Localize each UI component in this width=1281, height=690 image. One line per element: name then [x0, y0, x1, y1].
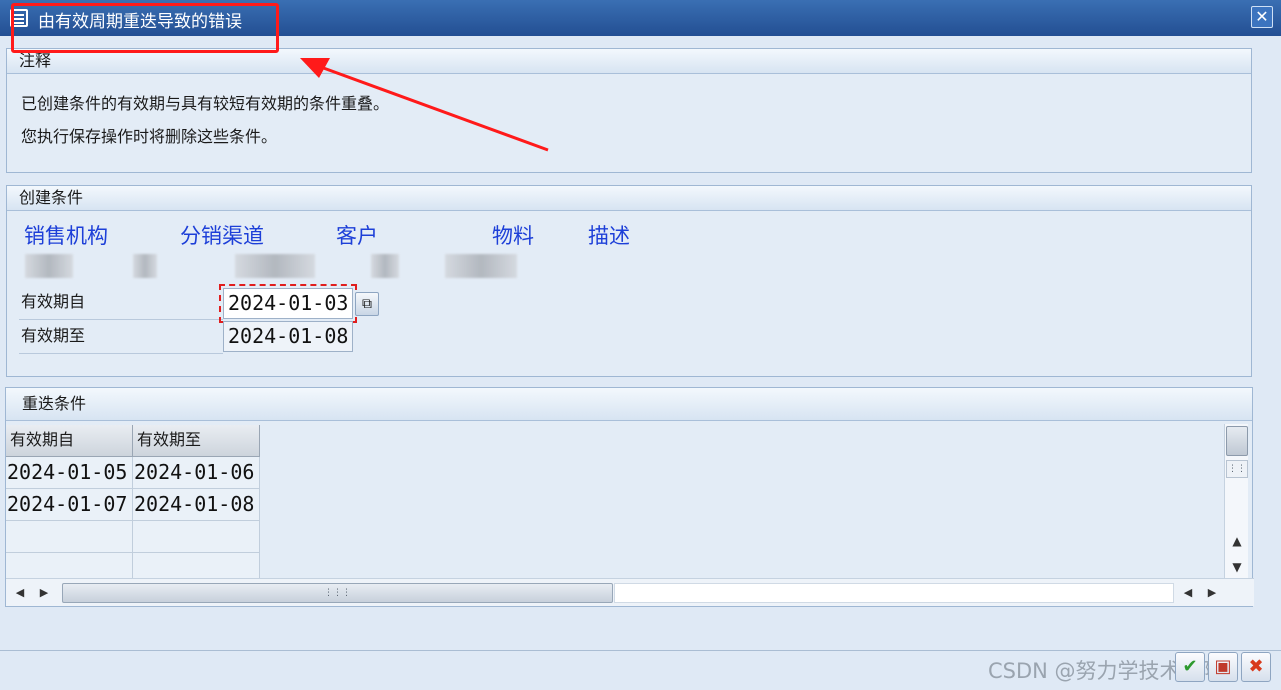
table-cell[interactable]: 2024-01-06	[133, 457, 260, 489]
calendar-help-button[interactable]: ⧉	[355, 292, 379, 316]
scroll-left-end-arrow-icon[interactable]: ◀	[1178, 582, 1198, 604]
column-customer: 客户	[336, 224, 378, 248]
redacted-value	[25, 254, 73, 278]
redacted-value	[371, 254, 399, 278]
overlap-conditions-header: 重迭条件	[6, 388, 1252, 421]
horizontal-scroll-track[interactable]	[614, 583, 1174, 603]
scroll-left-arrow-icon[interactable]: ◀	[10, 582, 30, 604]
redacted-value	[133, 254, 157, 278]
notes-header: 注释	[7, 49, 1251, 74]
table-header-valid-to[interactable]: 有效期至	[133, 425, 260, 457]
dialog-title: 由有效周期重迭导致的错误	[38, 12, 242, 32]
save-icon: ▣	[1214, 656, 1232, 677]
notes-group: 注释 已创建条件的有效期与具有较短有效期的条件重叠。 您执行保存操作时将删除这些…	[6, 48, 1252, 173]
column-description: 描述	[588, 224, 630, 248]
footer-divider	[0, 650, 1281, 651]
scroll-right-end-arrow-icon[interactable]: ▶	[1202, 582, 1222, 604]
table-cell[interactable]	[6, 521, 133, 553]
table-cell[interactable]: 2024-01-07	[6, 489, 133, 521]
table-cell[interactable]	[133, 521, 260, 553]
copy-icon: ⧉	[362, 296, 372, 312]
valid-from-input[interactable]: 2024-01-03	[219, 284, 357, 323]
column-sales-org: 销售机构	[24, 224, 108, 248]
valid-to-label: 有效期至	[19, 321, 223, 354]
vertical-scrollbar[interactable]: ⋮⋮ ▲ ▼	[1224, 424, 1248, 582]
save-button[interactable]: ▣	[1208, 652, 1238, 682]
create-conditions-header: 创建条件	[7, 186, 1251, 211]
document-icon	[10, 9, 28, 27]
scroll-up-arrow-icon[interactable]: ▲	[1227, 530, 1247, 552]
overlap-conditions-group: 重迭条件 有效期自 有效期至 2024-01-05 2024-01-06 202…	[5, 387, 1254, 607]
table-header-valid-from[interactable]: 有效期自	[6, 425, 133, 457]
create-conditions-group: 创建条件 销售机构 分销渠道 客户 物料 描述 有效期自 2024-01-03 …	[6, 185, 1252, 377]
scroll-top-button[interactable]	[1226, 426, 1248, 456]
close-button[interactable]: ✕	[1251, 6, 1273, 28]
notes-line-1: 已创建条件的有效期与具有较短有效期的条件重叠。	[21, 94, 390, 113]
column-material: 物料	[492, 224, 534, 248]
redacted-value	[235, 254, 315, 278]
check-icon: ✔	[1182, 656, 1198, 677]
valid-to-input[interactable]: 2024-01-08	[223, 321, 353, 352]
scroll-down-arrow-icon[interactable]: ▼	[1227, 556, 1247, 578]
table-cell[interactable]: 2024-01-08	[133, 489, 260, 521]
scroll-right-arrow-icon[interactable]: ▶	[34, 582, 54, 604]
column-distribution-channel: 分销渠道	[180, 224, 264, 248]
table-cell[interactable]	[6, 553, 133, 581]
scroll-grip[interactable]: ⋮⋮	[1226, 460, 1248, 478]
valid-from-label: 有效期自	[19, 287, 223, 320]
cancel-icon: ✖	[1248, 656, 1264, 677]
confirm-button[interactable]: ✔	[1175, 652, 1205, 682]
table-cell[interactable]	[133, 553, 260, 581]
horizontal-scroll-thumb[interactable]: ⋮⋮⋮	[62, 583, 613, 603]
redacted-value	[445, 254, 517, 278]
horizontal-scrollbar[interactable]: ◀ ▶ ⋮⋮⋮ ◀ ▶	[6, 578, 1254, 606]
title-bar: 由有效周期重迭导致的错误 ✕	[0, 0, 1281, 36]
notes-line-2: 您执行保存操作时将删除这些条件。	[21, 127, 278, 146]
cancel-button[interactable]: ✖	[1241, 652, 1271, 682]
table-cell[interactable]: 2024-01-05	[6, 457, 133, 489]
